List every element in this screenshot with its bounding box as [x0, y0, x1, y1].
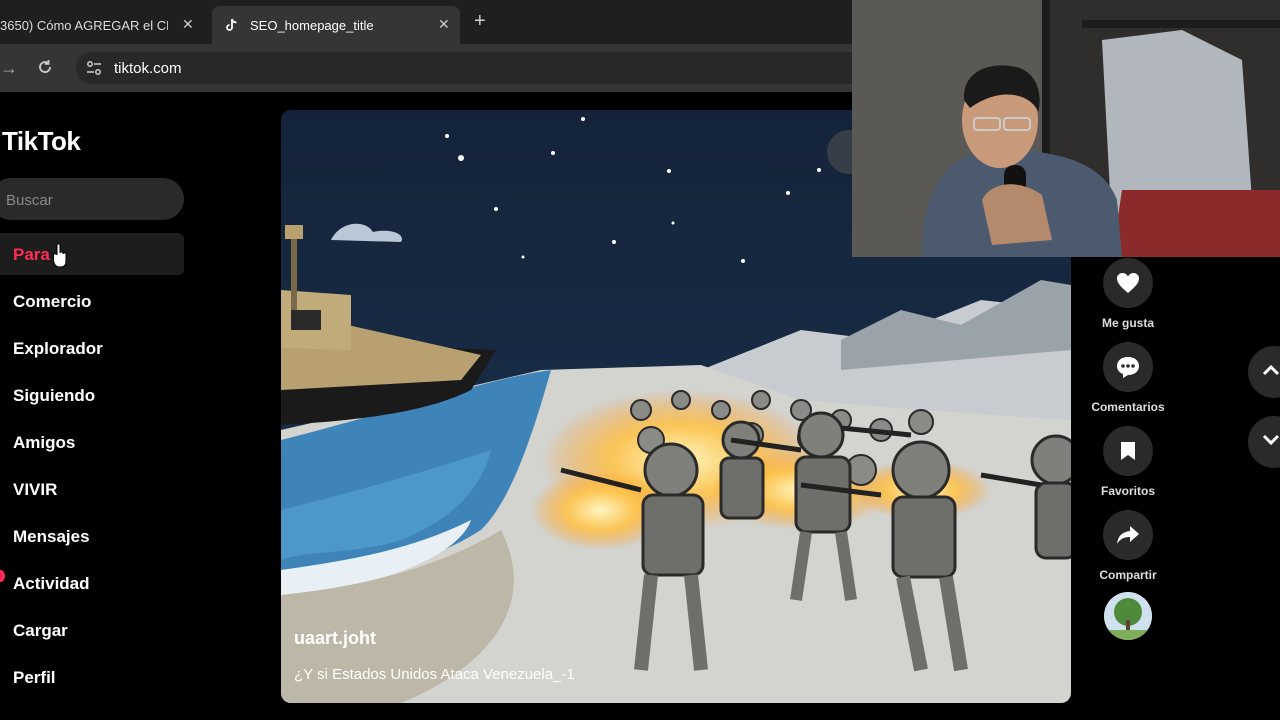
address-bar[interactable]: tiktok.com	[76, 52, 876, 84]
video-description: ¿Y si Estados Unidos Ataca Venezuela_-1	[294, 666, 575, 683]
nav-item-comercio[interactable]: Comercio	[13, 292, 91, 312]
tiktok-favicon-icon	[224, 18, 238, 32]
tab-title: 3650) Cómo AGREGAR el CHAT	[0, 17, 168, 33]
tab-title: SEO_homepage_title	[250, 17, 374, 33]
webcam-video-image	[852, 0, 1280, 257]
heart-icon[interactable]	[1103, 258, 1153, 308]
share-label: Compartir	[1099, 568, 1157, 582]
search-box[interactable]	[0, 178, 184, 220]
tiktok-logo[interactable]: TikTok	[2, 126, 81, 157]
comment-label: Comentarios	[1091, 400, 1165, 414]
nav-item-amigos[interactable]: Amigos	[13, 433, 75, 453]
like-action[interactable]: Me gusta	[1090, 258, 1166, 330]
nav-item-actividad[interactable]: Actividad	[13, 574, 90, 594]
nav-item-para[interactable]: Para	[13, 245, 50, 265]
share-icon[interactable]	[1103, 510, 1153, 560]
search-input[interactable]	[4, 188, 168, 212]
nav-item-perfil[interactable]: Perfil	[13, 668, 56, 688]
chevron-up-icon	[1262, 363, 1280, 381]
close-tab-icon[interactable]: ✕	[438, 16, 450, 33]
webcam-overlay	[852, 0, 1280, 257]
like-label: Me gusta	[1101, 316, 1154, 330]
favorite-label: Favoritos	[1100, 484, 1155, 498]
browser-tab-1[interactable]: 3650) Cómo AGREGAR el CHAT ✕	[0, 6, 205, 44]
new-tab-icon[interactable]: +	[474, 10, 486, 33]
share-action[interactable]: Compartir	[1090, 510, 1166, 582]
chevron-down-icon	[1262, 433, 1280, 451]
comment-action[interactable]: Comentarios	[1090, 342, 1166, 414]
nav-item-explorador[interactable]: Explorador	[13, 339, 103, 359]
video-username[interactable]: uaart.joht	[294, 628, 376, 649]
nav-item-vivir[interactable]: VIVIR	[13, 480, 57, 500]
forward-icon[interactable]: →	[0, 58, 18, 79]
browser-tab-2[interactable]: SEO_homepage_title ✕	[212, 6, 460, 44]
url-text: tiktok.com	[114, 59, 182, 77]
close-tab-icon[interactable]: ✕	[182, 16, 194, 33]
comment-icon[interactable]	[1103, 342, 1153, 392]
favorite-action[interactable]: Favoritos	[1090, 426, 1166, 498]
bookmark-icon[interactable]	[1103, 426, 1153, 476]
nav-item-siguiendo[interactable]: Siguiendo	[13, 386, 95, 406]
nav-item-mensajes[interactable]: Mensajes	[13, 527, 90, 547]
site-settings-icon[interactable]	[86, 60, 102, 76]
nav-item-cargar[interactable]: Cargar	[13, 621, 68, 641]
sound-avatar[interactable]	[1104, 592, 1152, 640]
reload-icon[interactable]	[36, 58, 54, 81]
mouse-pointer-icon	[53, 243, 69, 274]
